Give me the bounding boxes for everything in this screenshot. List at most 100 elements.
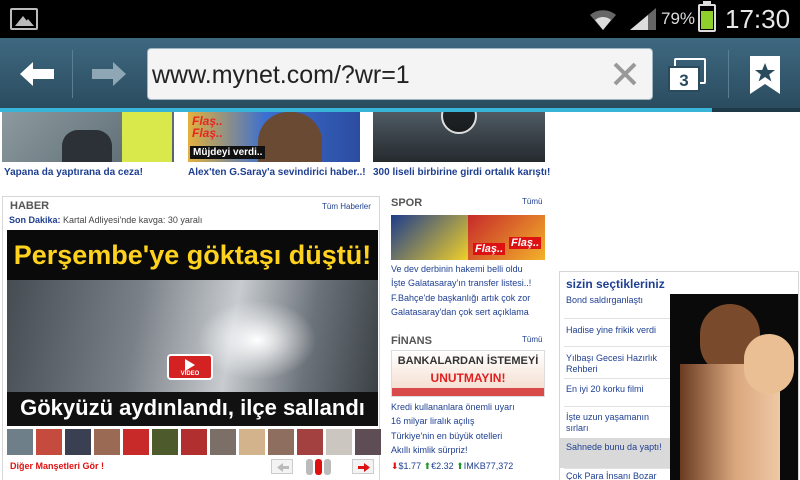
headline-thumb[interactable] xyxy=(94,429,120,455)
play-icon xyxy=(441,112,477,134)
spor-title: SPOR xyxy=(391,197,423,209)
bookmark-star-icon[interactable] xyxy=(750,56,780,94)
headline-top-text: Perşembe'ye göktaşı düştü! xyxy=(7,230,378,280)
finans-banner-line1: BANKALARDAN İSTEMEYİ xyxy=(397,355,539,367)
browser-toolbar: www.mynet.com/?wr=1 3 xyxy=(0,38,800,110)
arrow-left-icon xyxy=(20,62,54,86)
haber-title: HABER xyxy=(10,200,50,212)
tab-count: 3 xyxy=(668,66,700,92)
pick-divider xyxy=(564,346,670,347)
pager-dot[interactable] xyxy=(324,459,331,475)
spor-image-text: Flaş.. xyxy=(509,237,542,249)
headline-image[interactable]: Perşembe'ye göktaşı düştü! VIDEO Gökyüzü… xyxy=(7,230,378,426)
finans-title: FİNANS xyxy=(391,335,432,347)
headline-thumb[interactable] xyxy=(65,429,91,455)
headline-thumb[interactable] xyxy=(7,429,33,455)
web-page: Yapana da yaptırana da ceza! Flaş.. Flaş… xyxy=(0,112,800,480)
market-ticker[interactable]: ⬇$1.77 ⬆€2.32 ⬆IMKB77,372 xyxy=(391,461,513,472)
pick-item[interactable]: Yılbaşı Gecesi Hazırlık Rehberi xyxy=(566,353,670,375)
headline-thumb[interactable] xyxy=(181,429,207,455)
url-text[interactable]: www.mynet.com/?wr=1 xyxy=(152,61,410,90)
breaking-label: Son Dakika: xyxy=(9,215,61,225)
back-button[interactable] xyxy=(10,52,64,96)
thumb-overlay-text: Flaş.. xyxy=(192,126,223,140)
signal-icon xyxy=(630,8,656,30)
headline-thumb[interactable] xyxy=(355,429,381,455)
spor-image-text: Flaş.. xyxy=(473,243,506,255)
headline-thumb[interactable] xyxy=(152,429,178,455)
headline-thumb[interactable] xyxy=(268,429,294,455)
finans-banner-line2: UNUTMAYIN! xyxy=(430,371,506,385)
finans-item[interactable]: 16 milyar liralık açılış xyxy=(391,415,475,427)
pick-divider xyxy=(564,468,670,469)
picks-title: sizin seçtikleriniz xyxy=(566,277,665,291)
headline-thumb[interactable] xyxy=(123,429,149,455)
spor-item[interactable]: İşte Galatasaray'ın transfer listesi..! xyxy=(391,277,531,289)
headline-thumb[interactable] xyxy=(36,429,62,455)
finans-item[interactable]: Akıllı kimlik sürpriz! xyxy=(391,444,468,456)
finans-banner[interactable]: BANKALARDAN İSTEMEYİ UNUTMAYIN! xyxy=(391,350,545,397)
arrow-left-icon xyxy=(277,463,289,472)
status-bar: 79% 17:30 xyxy=(0,0,800,38)
video-label: VIDEO xyxy=(180,371,200,377)
battery-percent: 79% xyxy=(661,9,696,28)
breaking-text: Kartal Adliyesi'nde kavga: 30 yaralı xyxy=(63,215,203,225)
picks-photo[interactable] xyxy=(670,294,798,480)
ticker-eur: €2.32 xyxy=(431,461,454,471)
next-headline-button[interactable] xyxy=(352,459,374,474)
pick-item-active[interactable]: Sahnede bunu da yaptı! xyxy=(566,442,670,453)
clock: 17:30 xyxy=(725,4,791,34)
prev-headline-button[interactable] xyxy=(271,459,293,474)
arrow-up-icon: ⬆ xyxy=(423,461,432,471)
pick-item[interactable]: En iyi 20 korku filmi xyxy=(566,384,670,395)
pick-divider xyxy=(564,378,670,379)
ticker-usd: $1.77 xyxy=(398,461,422,471)
pager-dot-active[interactable] xyxy=(315,459,322,475)
tabs-button[interactable]: 3 xyxy=(668,58,712,94)
headline-thumb[interactable] xyxy=(297,429,323,455)
pick-item[interactable]: Çok Para İnsanı Bozar xyxy=(566,471,670,480)
finans-all-link[interactable]: Tümü xyxy=(522,335,542,344)
arrow-right-icon xyxy=(358,463,370,472)
story-caption[interactable]: Alex'ten G.Saray'a sevindirici haber..! xyxy=(188,167,366,178)
pager-dot[interactable] xyxy=(306,459,313,475)
play-icon xyxy=(185,359,195,371)
headline-thumb[interactable] xyxy=(239,429,265,455)
spor-item[interactable]: Ve dev derbinin hakemi belli oldu xyxy=(391,263,523,275)
ticker-imkb: IMKB77,372 xyxy=(463,461,514,471)
story-thumbnail[interactable] xyxy=(373,112,545,162)
headline-bottom-text: Gökyüzü aydınlandı, ilçe sallandı xyxy=(7,392,378,426)
pick-item[interactable]: Hadise yine frikik verdi xyxy=(566,325,670,336)
spor-item[interactable]: F.Bahçe'de başkanlığı artık çok zor xyxy=(391,292,530,304)
finans-banner-strip xyxy=(392,388,544,396)
more-headlines-link[interactable]: Diğer Manşetleri Gör ! xyxy=(10,461,104,471)
clear-url-icon[interactable] xyxy=(610,59,640,89)
image-notification-icon xyxy=(10,8,38,30)
breaking-news[interactable]: Son Dakika: Kartal Adliyesi'nde kavga: 3… xyxy=(9,215,202,225)
pick-divider xyxy=(564,318,670,319)
arrow-right-icon xyxy=(92,62,126,86)
story-caption[interactable]: Yapana da yaptırana da ceza! xyxy=(4,167,143,178)
thumb-overlay-text: Müjdeyi verdi.. xyxy=(190,146,266,159)
story-thumbnail[interactable]: Flaş.. Flaş.. Müjdeyi verdi.. xyxy=(188,112,360,162)
headline-thumbnail-strip xyxy=(7,429,381,455)
spor-image[interactable]: Flaş.. Flaş.. xyxy=(391,215,545,260)
story-caption[interactable]: 300 liseli birbirine girdi ortalık karış… xyxy=(373,167,550,178)
finans-item[interactable]: Kredi kullananlara önemli uyarı xyxy=(391,401,515,413)
video-badge[interactable]: VIDEO xyxy=(167,354,213,380)
headline-thumb[interactable] xyxy=(210,429,236,455)
url-bar[interactable]: www.mynet.com/?wr=1 xyxy=(147,48,653,100)
pick-item[interactable]: Bond saldırganlaştı xyxy=(566,295,670,306)
pick-item[interactable]: İşte uzun yaşamanın sırları xyxy=(566,412,670,434)
headline-thumb[interactable] xyxy=(326,429,352,455)
finans-item[interactable]: Türkiye'nin en büyük otelleri xyxy=(391,430,502,442)
haber-section: HABER Tüm Haberler Son Dakika: Kartal Ad… xyxy=(2,196,381,480)
spor-all-link[interactable]: Tümü xyxy=(522,197,542,206)
arrow-down-icon: ⬇ xyxy=(391,461,399,471)
forward-button[interactable] xyxy=(82,52,136,96)
spor-item[interactable]: Galatasaray'dan çok sert açıklama xyxy=(391,306,529,318)
all-news-link[interactable]: Tüm Haberler xyxy=(322,202,371,211)
story-thumbnail[interactable] xyxy=(2,112,174,162)
picks-section: sizin seçtikleriniz Bond saldırganlaştı … xyxy=(559,271,799,480)
headline-pager xyxy=(306,459,333,480)
